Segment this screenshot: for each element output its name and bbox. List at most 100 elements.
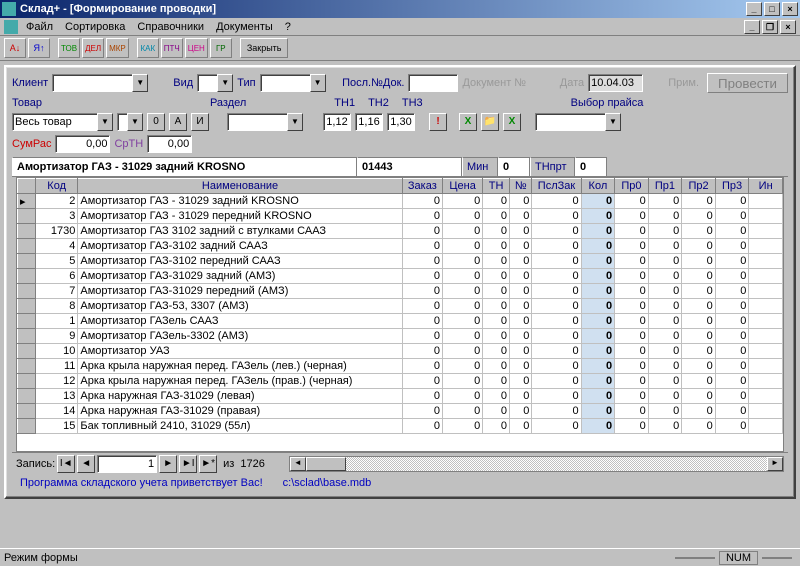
row-selector[interactable] (18, 284, 36, 299)
menu-docs[interactable]: Документы (216, 21, 273, 33)
grid-header-№[interactable]: № (510, 179, 532, 194)
close-button[interactable]: × (782, 2, 798, 16)
process-button[interactable]: Провести (707, 73, 788, 93)
menu-ref[interactable]: Справочники (137, 21, 204, 33)
nav-last-button[interactable]: ►І (179, 455, 197, 473)
btn-0[interactable]: 0 (147, 113, 165, 131)
row-selector[interactable] (18, 404, 36, 419)
grid-header-Пр2[interactable]: Пр2 (682, 179, 716, 194)
table-row[interactable]: 11Арка крыла наружная перед. ГАЗель (лев… (18, 359, 783, 374)
table-row[interactable]: 3Амортизатор ГАЗ - 31029 передний KROSNO… (18, 209, 783, 224)
table-row[interactable]: ▸2Амортизатор ГАЗ - 31029 задний KROSNO0… (18, 194, 783, 209)
grid-header-ПслЗак[interactable]: ПслЗак (532, 179, 581, 194)
table-row[interactable]: 14Арка наружная ГАЗ-31029 (правая)000000… (18, 404, 783, 419)
grid-header-Пр3[interactable]: Пр3 (715, 179, 749, 194)
scroll-left-button[interactable]: ◄ (290, 457, 306, 471)
table-row[interactable]: 10Амортизатор УАЗ0000000000 (18, 344, 783, 359)
nav-new-button[interactable]: ►* (199, 455, 217, 473)
row-selector[interactable] (18, 299, 36, 314)
row-selector[interactable] (18, 329, 36, 344)
grid-header-Ин[interactable]: Ин (749, 179, 783, 194)
mdi-close-button[interactable]: × (780, 20, 796, 34)
tn3-input[interactable] (387, 113, 415, 131)
table-row[interactable]: 5Амортизатор ГАЗ-3102 передний СААЗ00000… (18, 254, 783, 269)
alert-button[interactable]: ! (429, 113, 447, 131)
tovar-sub-combo[interactable]: ▼ (117, 113, 143, 131)
grid-header-Заказ[interactable]: Заказ (402, 179, 442, 194)
grid-header-Пр1[interactable]: Пр1 (648, 179, 682, 194)
row-selector[interactable] (18, 374, 36, 389)
tool-mkr[interactable]: МКР (106, 38, 129, 58)
excel-export-1[interactable]: X (459, 113, 477, 131)
nav-first-button[interactable]: І◄ (57, 455, 75, 473)
mdi-minimize-button[interactable]: _ (744, 20, 760, 34)
grid-header-Цена[interactable]: Цена (442, 179, 482, 194)
grid-header-Пр0[interactable]: Пр0 (615, 179, 649, 194)
minimize-button[interactable]: _ (746, 2, 762, 16)
row-selector[interactable] (18, 254, 36, 269)
btn-a[interactable]: А (169, 113, 187, 131)
menu-sort[interactable]: Сортировка (65, 21, 125, 33)
table-row[interactable]: 15Бак топливный 2410, 31029 (55л)0000000… (18, 419, 783, 434)
folder-button[interactable]: 📁 (481, 113, 499, 131)
chevron-down-icon[interactable]: ▼ (287, 113, 303, 131)
nav-current-input[interactable] (97, 455, 157, 473)
row-selector[interactable] (18, 269, 36, 284)
tool-kak[interactable]: КАК (137, 38, 159, 58)
table-row[interactable]: 1730Амортизатор ГАЗ 3102 задний с втулка… (18, 224, 783, 239)
grid-header-Кол[interactable]: Кол (581, 179, 615, 194)
chevron-down-icon[interactable]: ▼ (310, 74, 326, 92)
menu-file[interactable]: Файл (26, 21, 53, 33)
menu-help[interactable]: ? (285, 21, 291, 33)
tool-del[interactable]: ДЕЛ (82, 38, 104, 58)
client-combo[interactable]: ▼ (52, 74, 148, 92)
table-row[interactable]: 13Арка наружная ГАЗ-31029 (левая)0000000… (18, 389, 783, 404)
razdel-combo[interactable]: ▼ (227, 113, 303, 131)
scroll-thumb[interactable] (306, 457, 346, 471)
chevron-down-icon[interactable]: ▼ (217, 74, 233, 92)
row-selector[interactable] (18, 224, 36, 239)
tool-cen[interactable]: ЦЕН (185, 38, 208, 58)
row-selector[interactable] (18, 344, 36, 359)
price-combo[interactable]: ▼ (535, 113, 621, 131)
tool-gr[interactable]: ГР (210, 38, 232, 58)
btn-i[interactable]: И (191, 113, 209, 131)
table-row[interactable]: 7Амортизатор ГАЗ-31029 передний (АМЗ)000… (18, 284, 783, 299)
table-row[interactable]: 8Амортизатор ГАЗ-53, 3307 (АМЗ)000000000… (18, 299, 783, 314)
row-selector[interactable] (18, 209, 36, 224)
grid-header-ТН[interactable]: ТН (483, 179, 510, 194)
table-row[interactable]: 6Амортизатор ГАЗ-31029 задний (АМЗ)00000… (18, 269, 783, 284)
nav-prev-button[interactable]: ◄ (77, 455, 95, 473)
chevron-down-icon[interactable]: ▼ (132, 74, 148, 92)
scroll-right-button[interactable]: ► (767, 457, 783, 471)
vid-combo[interactable]: ▼ (197, 74, 233, 92)
table-row[interactable]: 12Арка крыла наружная перед. ГАЗель (пра… (18, 374, 783, 389)
posldok-input[interactable] (408, 74, 458, 92)
row-selector[interactable] (18, 389, 36, 404)
grid-header-Наименование[interactable]: Наименование (78, 179, 402, 194)
row-selector[interactable] (18, 314, 36, 329)
srtn-input[interactable] (147, 135, 192, 153)
close-form-button[interactable]: Закрыть (240, 38, 289, 58)
maximize-button[interactable]: □ (764, 2, 780, 16)
chevron-down-icon[interactable]: ▼ (605, 113, 621, 131)
sort-az-button[interactable]: А↓ (4, 38, 26, 58)
sumras-input[interactable] (55, 135, 110, 153)
app-menu-icon[interactable] (4, 20, 18, 34)
nav-next-button[interactable]: ► (159, 455, 177, 473)
date-input[interactable] (588, 74, 643, 92)
grid-hscroll[interactable]: ◄ ► (289, 456, 784, 472)
table-row[interactable]: 1Амортизатор ГАЗель СААЗ0000000000 (18, 314, 783, 329)
mdi-restore-button[interactable]: ❐ (762, 20, 778, 34)
chevron-down-icon[interactable]: ▼ (97, 113, 113, 131)
table-row[interactable]: 9Амортизатор ГАЗель-3302 (АМЗ)0000000000 (18, 329, 783, 344)
sort-za-button[interactable]: Я↑ (28, 38, 50, 58)
tn1-input[interactable] (323, 113, 351, 131)
tovar-combo[interactable]: ▼ (12, 113, 113, 131)
tool-tov[interactable]: ТОВ (58, 38, 80, 58)
chevron-down-icon[interactable]: ▼ (127, 113, 143, 131)
table-row[interactable]: 4Амортизатор ГАЗ-3102 задний СААЗ0000000… (18, 239, 783, 254)
row-selector[interactable]: ▸ (18, 194, 36, 209)
excel-export-2[interactable]: X (503, 113, 521, 131)
grid-header-Код[interactable]: Код (35, 179, 78, 194)
